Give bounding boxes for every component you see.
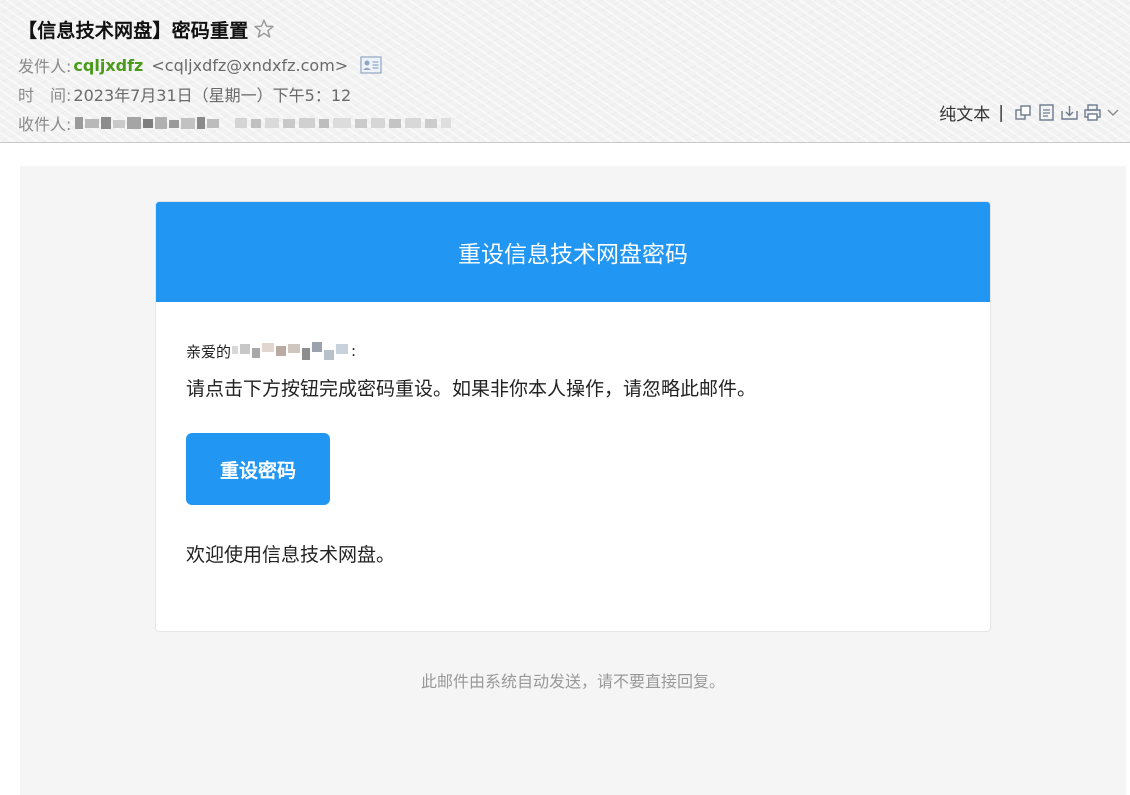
- footer-note: 此邮件由系统自动发送，请不要直接回复。: [420, 672, 725, 691]
- time-value: 2023年7月31日（星期一）下午5：12: [73, 86, 352, 105]
- mail-body: 重设信息技术网盘密码 亲爱的: 请点击下方按钮完成密码重设。如果非你本人操作，…: [20, 166, 1126, 795]
- recipient-name-redacted: [232, 340, 350, 362]
- greeting-suffix: :: [351, 342, 357, 360]
- reset-password-button[interactable]: 重设密码: [186, 433, 330, 505]
- recipient-redacted: [75, 115, 455, 131]
- sender-name[interactable]: cqljxdfz: [73, 56, 143, 75]
- greeting-prefix: 亲爱的: [186, 342, 232, 361]
- email-banner: 重设信息技术网盘密码: [156, 202, 990, 302]
- welcome-text: 欢迎使用信息技术网盘。: [186, 544, 396, 566]
- time-row: 时 间: 2023年7月31日（星期一）下午5：12: [18, 82, 351, 106]
- toolbar-separator: |: [998, 102, 1004, 123]
- mail-header: 【信息技术网盘】密码重置 发件人: cqljxdfz <cqljxdfz@xnd…: [0, 0, 1130, 143]
- print-icon[interactable]: [1083, 103, 1102, 122]
- note-icon[interactable]: [1037, 103, 1056, 122]
- sender-label: 发件人:: [18, 57, 72, 76]
- star-icon[interactable]: [253, 18, 275, 40]
- greeting: 亲爱的 :: [186, 340, 356, 362]
- email-card: 重设信息技术网盘密码 亲爱的: 请点击下方按钮完成密码重设。如果非你本人操作，…: [155, 201, 991, 632]
- plain-text-toggle[interactable]: 纯文本: [939, 100, 990, 125]
- subject-row: 【信息技术网盘】密码重置: [18, 14, 275, 44]
- new-window-icon[interactable]: [1014, 103, 1033, 122]
- download-icon[interactable]: [1060, 103, 1079, 122]
- contact-card-icon[interactable]: [360, 56, 382, 74]
- sender-row: 发件人: cqljxdfz <cqljxdfz@xndxfz.com>: [18, 53, 382, 77]
- banner-title: 重设信息技术网盘密码: [458, 242, 688, 268]
- recipient-row: 收件人:: [18, 111, 455, 135]
- sender-address[interactable]: <cqljxdfz@xndxfz.com>: [151, 56, 348, 75]
- mail-toolbar: 纯文本 |: [939, 100, 1120, 125]
- chevron-down-icon[interactable]: [1106, 103, 1120, 122]
- instruction-text: 请点击下方按钮完成密码重设。如果非你本人操作，请忽略此邮件。: [186, 378, 757, 400]
- time-label: 时 间:: [18, 86, 72, 105]
- recipient-label: 收件人:: [18, 115, 72, 134]
- mail-subject: 【信息技术网盘】密码重置: [18, 19, 249, 42]
